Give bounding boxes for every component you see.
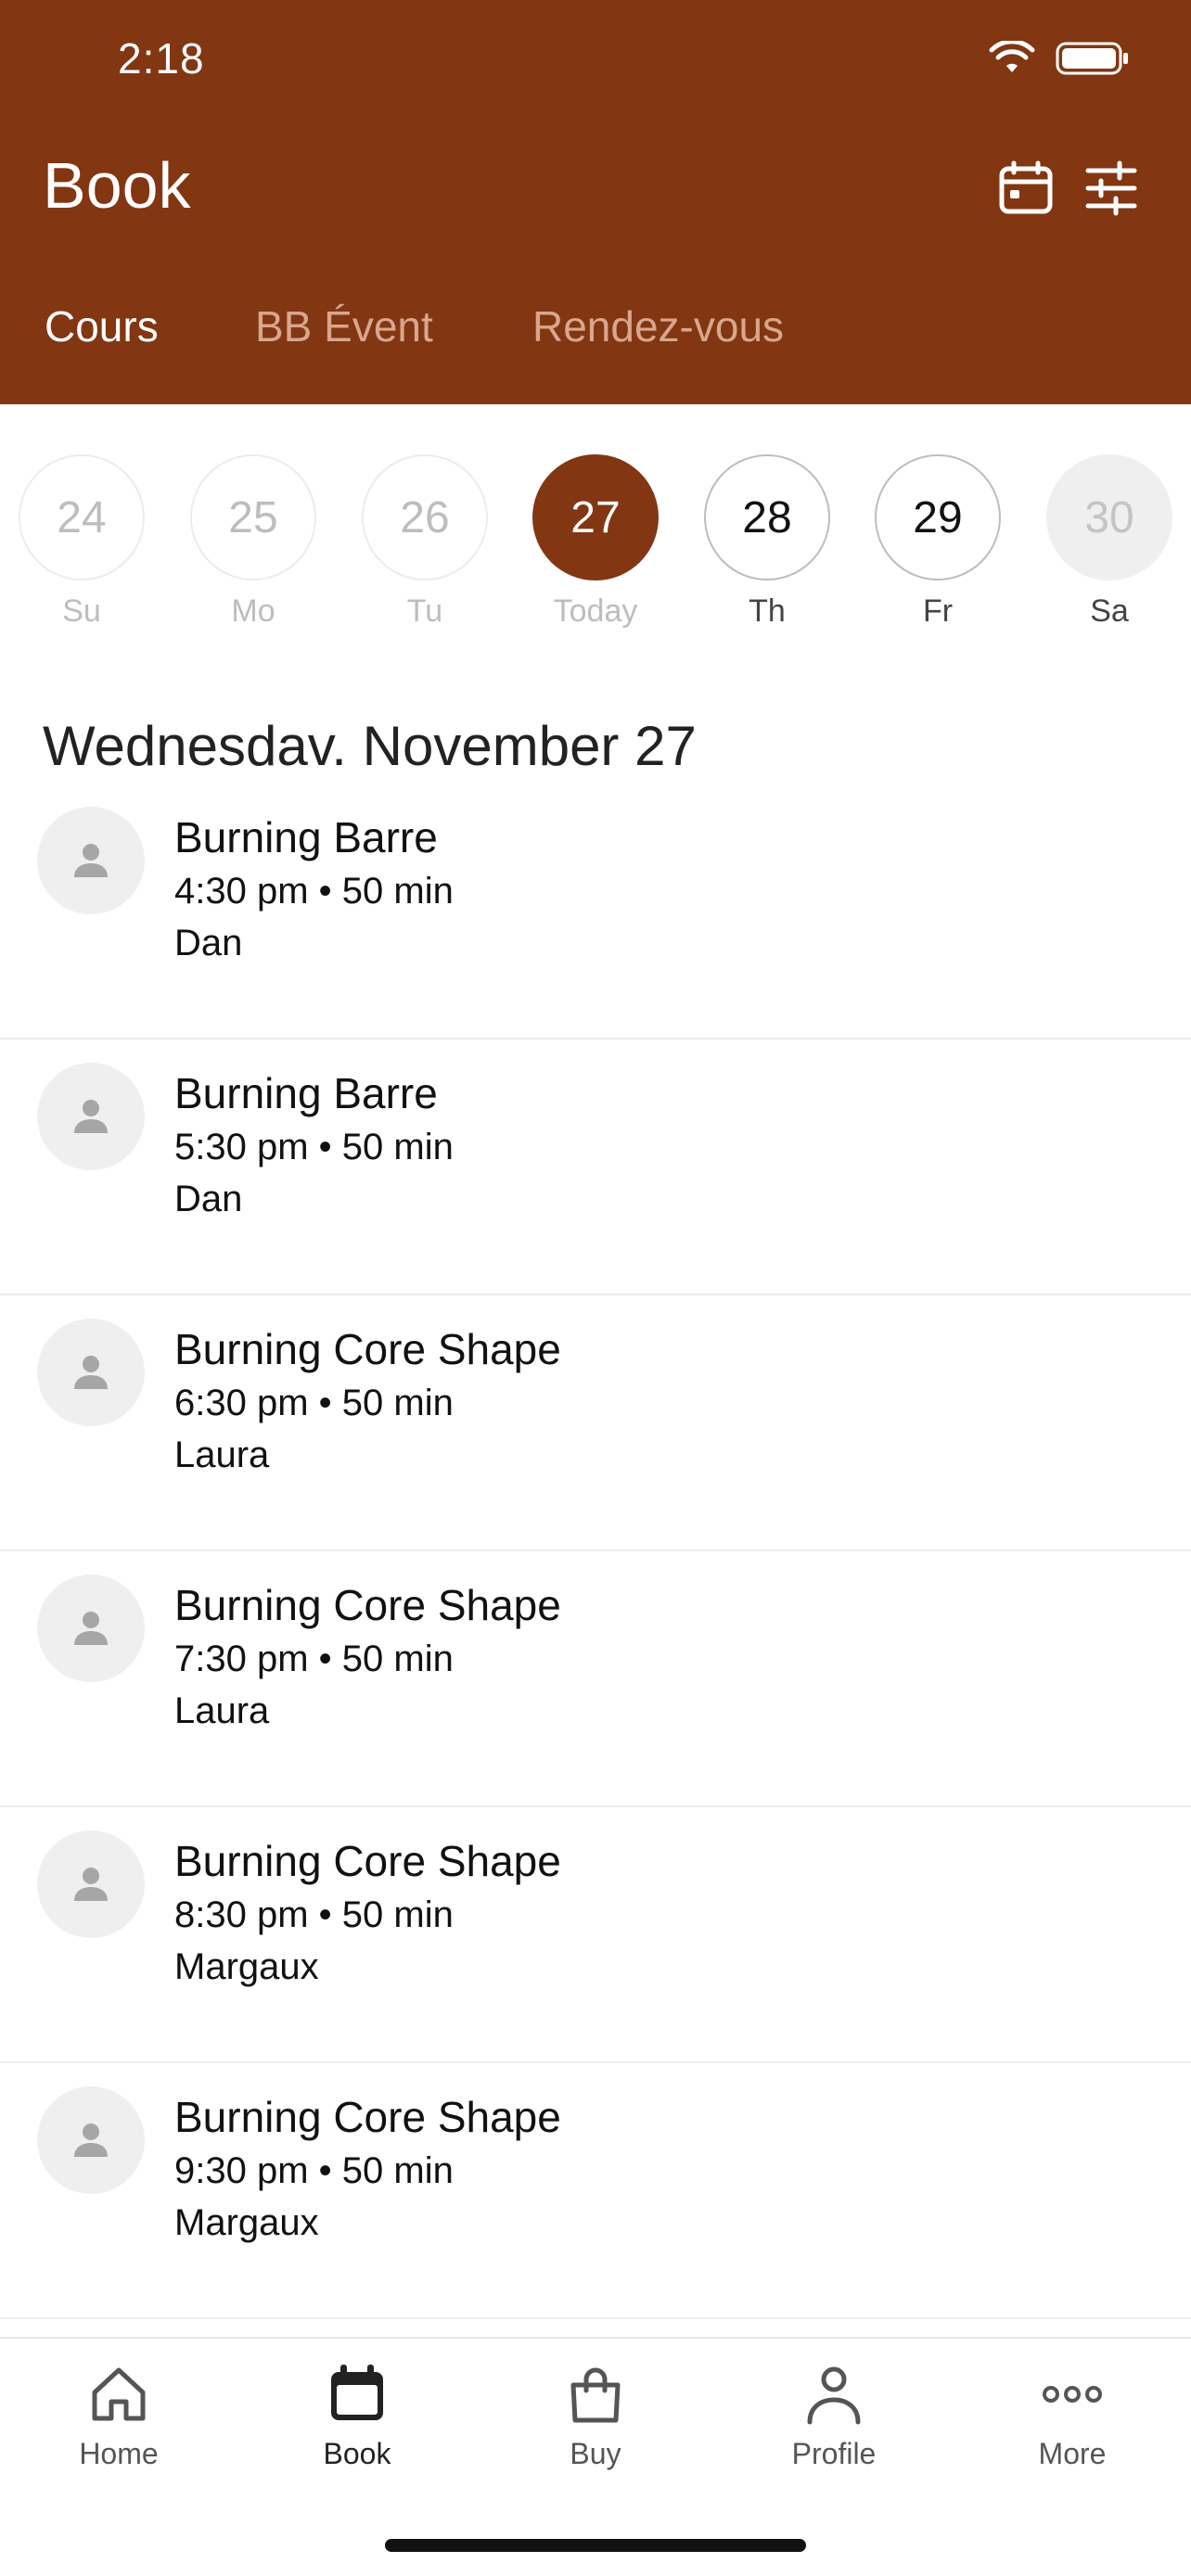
status-icons <box>989 41 1130 76</box>
filter-sliders-icon[interactable] <box>1082 159 1140 217</box>
class-time: 8:30 pm • 50 min <box>174 1894 454 1935</box>
avatar <box>37 1063 145 1170</box>
person-placeholder-icon <box>74 844 108 877</box>
class-item[interactable]: Burning Barre 5:30 pm • 50 min Dan <box>0 1039 1191 1295</box>
class-instructor: Laura <box>174 1435 270 1475</box>
class-instructor: Laura <box>174 1690 270 1731</box>
shopping-bag-icon <box>570 2367 621 2423</box>
home-icon <box>92 2367 146 2421</box>
date-number: 25 <box>190 454 316 580</box>
nav-more[interactable]: More <box>980 2361 1165 2471</box>
tab-cours[interactable]: Cours <box>45 301 159 351</box>
tab-bb-event[interactable]: BB Évent <box>255 301 433 351</box>
tab-rendez-vous[interactable]: Rendez-vous <box>532 301 784 351</box>
date-label: Th <box>749 593 786 629</box>
status-time: 2:18 <box>118 34 205 83</box>
class-item[interactable]: Burning Core Shape 7:30 pm • 50 min Laur… <box>0 1551 1191 1807</box>
date-number: 29 <box>875 454 1001 580</box>
class-name: Burning Barre <box>174 1069 438 1117</box>
date-label: Su <box>62 593 101 629</box>
date-label: Sa <box>1090 593 1129 629</box>
nav-buy[interactable]: Buy <box>503 2361 688 2471</box>
class-item[interactable]: Burning Core Shape 8:30 pm • 50 min Marg… <box>0 1807 1191 2063</box>
class-instructor: Margaux <box>174 2202 319 2243</box>
date-day-24[interactable]: 24 Su <box>19 454 145 630</box>
date-number: 28 <box>704 454 830 580</box>
nav-home[interactable]: Home <box>26 2361 211 2471</box>
date-label: Mo <box>231 593 275 629</box>
avatar <box>37 2086 145 2194</box>
class-name: Burning Core Shape <box>174 2093 561 2141</box>
class-instructor: Dan <box>174 923 243 963</box>
date-label: Tu <box>406 593 443 629</box>
class-time: 4:30 pm • 50 min <box>174 871 454 912</box>
date-label: Fr <box>922 593 954 629</box>
class-name: Burning Barre <box>174 813 438 861</box>
date-day-25[interactable]: 25 Mo <box>190 454 316 630</box>
class-item[interactable]: Burning Core Shape 9:30 pm • 50 min Marg… <box>0 2063 1191 2319</box>
class-item[interactable]: Burning Barre 4:30 pm • 50 min Dan <box>0 784 1191 1039</box>
date-label: Today <box>553 593 638 629</box>
calendar-icon[interactable] <box>997 159 1055 217</box>
class-instructor: Dan <box>174 1179 243 1219</box>
date-day-28[interactable]: 28 Th <box>704 454 830 630</box>
nav-label: Profile <box>791 2437 877 2470</box>
home-indicator[interactable] <box>385 2539 806 2552</box>
avatar <box>37 1575 145 1682</box>
date-heading: Wednesdav. November 27 <box>43 715 697 777</box>
nav-profile[interactable]: Profile <box>741 2361 927 2471</box>
class-list: Burning Barre 4:30 pm • 50 min Dan Burni… <box>0 784 1191 2319</box>
avatar <box>37 807 145 914</box>
date-day-30[interactable]: 30 Sa <box>1046 454 1172 630</box>
person-placeholder-icon <box>74 1868 108 1901</box>
date-day-27-selected[interactable]: 27 Today <box>532 454 659 630</box>
nav-label: More <box>1038 2437 1107 2470</box>
class-instructor: Margaux <box>174 1946 319 1987</box>
nav-label: Home <box>79 2437 159 2470</box>
person-placeholder-icon <box>74 1356 108 1389</box>
class-time: 7:30 pm • 50 min <box>174 1639 454 1679</box>
avatar <box>37 1830 145 1938</box>
person-placeholder-icon <box>74 1612 108 1645</box>
nav-label: Book <box>323 2437 391 2470</box>
person-placeholder-icon <box>74 2123 108 2157</box>
date-number: 24 <box>19 454 145 580</box>
class-time: 5:30 pm • 50 min <box>174 1127 454 1167</box>
date-day-29[interactable]: 29 Fr <box>875 454 1001 630</box>
class-name: Burning Core Shape <box>174 1581 561 1629</box>
calendar-icon <box>331 2365 383 2420</box>
wifi-icon <box>989 41 1035 72</box>
person-icon <box>807 2366 861 2425</box>
app-header: 2:18 Book Cours BB Évent Rendez-vous <box>0 0 1191 404</box>
date-number: 26 <box>362 454 488 580</box>
nav-book[interactable]: Book <box>264 2361 450 2471</box>
date-number: 30 <box>1046 454 1172 580</box>
tab-bar: Cours BB Évent Rendez-vous <box>0 301 1191 366</box>
class-name: Burning Core Shape <box>174 1837 561 1885</box>
battery-icon <box>1056 42 1128 75</box>
date-day-26[interactable]: 26 Tu <box>362 454 488 630</box>
date-strip: 24 Su 25 Mo 26 Tu 27 Today 28 Th 29 Fr 3… <box>0 454 1191 640</box>
date-number: 27 <box>532 454 659 580</box>
nav-label: Buy <box>570 2437 621 2470</box>
class-time: 9:30 pm • 50 min <box>174 2150 454 2191</box>
page-title: Book <box>43 149 191 222</box>
class-name: Burning Core Shape <box>174 1325 561 1373</box>
more-dots-icon <box>1043 2386 1102 2403</box>
class-item[interactable]: Burning Core Shape 6:30 pm • 50 min Laur… <box>0 1295 1191 1551</box>
class-time: 6:30 pm • 50 min <box>174 1383 454 1423</box>
person-placeholder-icon <box>74 1100 108 1133</box>
avatar <box>37 1319 145 1426</box>
